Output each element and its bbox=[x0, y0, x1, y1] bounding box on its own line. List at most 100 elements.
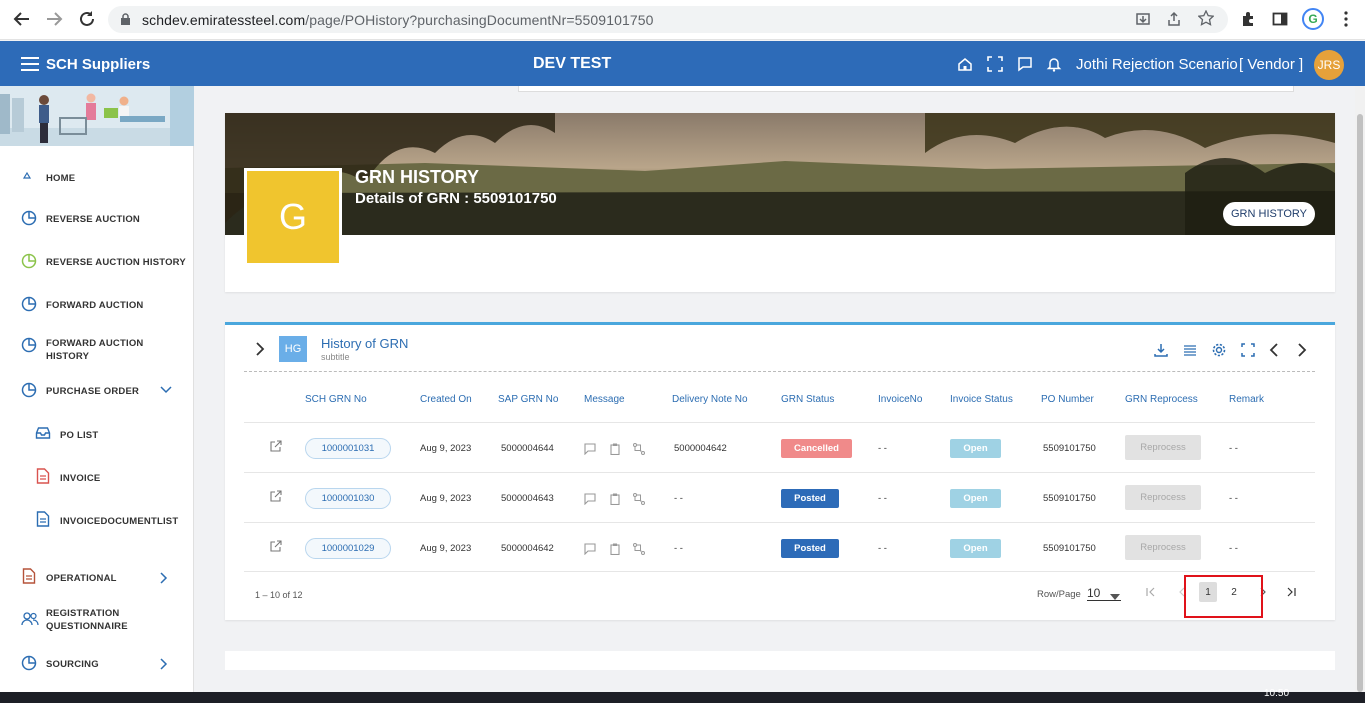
url-text: schdev.emiratessteel.com/page/POHistory?… bbox=[142, 12, 654, 28]
workflow-icon[interactable] bbox=[633, 492, 645, 505]
sidebar-item-forward-auction-history[interactable]: FORWARD AUCTION HISTORY bbox=[0, 337, 194, 363]
invoice-status-badge: Open bbox=[950, 439, 1001, 458]
chevron-right-icon[interactable] bbox=[160, 572, 170, 584]
reprocess-button[interactable]: Reprocess bbox=[1125, 435, 1201, 460]
invoice-no: - - bbox=[878, 493, 887, 504]
pie-chart-icon bbox=[21, 253, 37, 269]
created-on: Aug 9, 2023 bbox=[420, 543, 472, 554]
column-header[interactable]: GRN Reprocess bbox=[1125, 394, 1198, 405]
first-page-icon[interactable] bbox=[1142, 582, 1160, 602]
brand-title[interactable]: SCH Suppliers bbox=[46, 56, 150, 73]
clipboard-icon[interactable] bbox=[609, 442, 621, 456]
sidebar-item-reverse-auction-history[interactable]: REVERSE AUCTION HISTORY bbox=[0, 253, 194, 270]
chevron-down-icon[interactable] bbox=[160, 386, 172, 396]
open-external-icon[interactable] bbox=[270, 539, 282, 552]
sap-grn-no: 5000004643 bbox=[501, 493, 554, 504]
side-panel-icon[interactable] bbox=[1270, 9, 1290, 29]
sch-grn-link[interactable]: 1000001031 bbox=[305, 438, 391, 459]
user-name[interactable]: Jothi Rejection Scenario bbox=[1076, 56, 1238, 73]
sidebar-item-label: REVERSE AUCTION HISTORY bbox=[46, 256, 186, 268]
created-on: Aug 9, 2023 bbox=[420, 443, 472, 454]
home-icon[interactable] bbox=[957, 56, 975, 74]
forward-arrow-icon[interactable] bbox=[43, 8, 65, 30]
sch-grn-link[interactable]: 1000001029 bbox=[305, 538, 391, 559]
remark: - - bbox=[1229, 543, 1238, 554]
page-scrollbar[interactable] bbox=[1355, 86, 1365, 692]
extensions-icon[interactable] bbox=[1238, 9, 1258, 29]
column-header[interactable]: PO Number bbox=[1041, 394, 1094, 405]
back-arrow-icon[interactable] bbox=[11, 8, 33, 30]
profile-icon[interactable]: G bbox=[1302, 8, 1324, 30]
workflow-icon[interactable] bbox=[633, 442, 645, 455]
po-number: 5509101750 bbox=[1043, 543, 1096, 554]
download-icon[interactable] bbox=[1153, 342, 1169, 358]
address-bar[interactable]: schdev.emiratessteel.com/page/POHistory?… bbox=[108, 6, 1228, 33]
fullscreen-icon[interactable] bbox=[1240, 342, 1256, 358]
column-header[interactable]: Created On bbox=[420, 394, 472, 405]
sidebar-item-operational[interactable]: OPERATIONAL bbox=[0, 568, 194, 586]
fullscreen-icon[interactable] bbox=[987, 56, 1005, 74]
sidebar-item-invoicedocumentlist[interactable]: INVOICEDOCUMENTLIST bbox=[0, 511, 194, 529]
column-header[interactable]: SAP GRN No bbox=[498, 394, 558, 405]
sidebar-item-forward-auction[interactable]: FORWARD AUCTION bbox=[0, 296, 194, 313]
list-view-icon[interactable] bbox=[1182, 342, 1198, 358]
comment-icon[interactable] bbox=[584, 542, 596, 556]
card-badge: HG bbox=[279, 336, 307, 362]
column-header[interactable]: Invoice Status bbox=[950, 394, 1013, 405]
document-icon bbox=[36, 511, 52, 527]
clipboard-icon[interactable] bbox=[609, 492, 621, 506]
rows-per-page-select[interactable]: 10 bbox=[1087, 586, 1121, 601]
scrollbar-thumb[interactable] bbox=[1357, 114, 1363, 692]
column-header[interactable]: Delivery Note No bbox=[672, 394, 748, 405]
sidebar-item-po-list[interactable]: PO LIST bbox=[0, 427, 194, 443]
sidebar-item-label: SOURCING bbox=[46, 658, 99, 670]
document-icon bbox=[36, 468, 52, 484]
delivery-note-no: - - bbox=[674, 493, 683, 504]
taskbar-clock: 10:50 bbox=[1264, 688, 1290, 699]
browser-toolbar: schdev.emiratessteel.com/page/POHistory?… bbox=[0, 0, 1365, 40]
sidebar-item-label: PO LIST bbox=[60, 429, 99, 441]
sidebar-item-label: PURCHASE ORDER bbox=[46, 385, 140, 397]
kebab-menu-icon[interactable] bbox=[1336, 9, 1356, 29]
chevron-left-icon[interactable] bbox=[1267, 342, 1283, 358]
reprocess-button[interactable]: Reprocess bbox=[1125, 485, 1201, 510]
open-external-icon[interactable] bbox=[270, 439, 282, 452]
chevron-right-icon[interactable] bbox=[1293, 342, 1309, 358]
hamburger-menu-icon[interactable] bbox=[21, 57, 39, 76]
column-header[interactable]: Message bbox=[584, 394, 625, 405]
install-icon[interactable] bbox=[1135, 11, 1151, 32]
open-external-icon[interactable] bbox=[270, 489, 282, 502]
page-subtitle: Details of GRN : 5509101750 bbox=[355, 190, 557, 207]
sidebar-item-purchase-order[interactable]: PURCHASE ORDER bbox=[0, 382, 194, 399]
settings-gear-icon[interactable] bbox=[1211, 342, 1227, 358]
bookmark-star-icon[interactable] bbox=[1197, 9, 1215, 31]
share-icon[interactable] bbox=[1166, 11, 1182, 32]
column-header[interactable]: InvoiceNo bbox=[878, 394, 922, 405]
reprocess-button[interactable]: Reprocess bbox=[1125, 535, 1201, 560]
sidebar-item-reverse-auction[interactable]: REVERSE AUCTION bbox=[0, 210, 194, 227]
expand-chevron-icon[interactable] bbox=[255, 342, 267, 356]
chat-icon[interactable] bbox=[1017, 56, 1035, 74]
reload-icon[interactable] bbox=[76, 8, 98, 30]
delivery-note-no: - - bbox=[674, 543, 683, 554]
column-header[interactable]: Remark bbox=[1229, 394, 1264, 405]
comment-icon[interactable] bbox=[584, 442, 596, 456]
workflow-icon[interactable] bbox=[633, 542, 645, 555]
sidebar-item-home[interactable]: HOME bbox=[0, 170, 194, 186]
grn-avatar-letter: G bbox=[247, 171, 339, 263]
sch-grn-link[interactable]: 1000001030 bbox=[305, 488, 391, 509]
sidebar-item-invoice[interactable]: INVOICE bbox=[0, 468, 194, 486]
sidebar-item-sourcing[interactable]: SOURCING bbox=[0, 655, 194, 672]
clipboard-icon[interactable] bbox=[609, 542, 621, 556]
comment-icon[interactable] bbox=[584, 492, 596, 506]
avatar[interactable]: JRS bbox=[1314, 50, 1344, 80]
users-icon bbox=[21, 611, 39, 627]
sidebar-item-registration-questionnaire[interactable]: REGISTRATION QUESTIONNAIRE bbox=[0, 607, 194, 633]
grn-history-pill[interactable]: GRN HISTORY bbox=[1223, 202, 1315, 226]
last-page-icon[interactable] bbox=[1282, 582, 1300, 602]
column-header[interactable]: SCH GRN No bbox=[305, 394, 367, 405]
column-header[interactable]: GRN Status bbox=[781, 394, 834, 405]
sidebar-item-label: REGISTRATION QUESTIONNAIRE bbox=[46, 608, 128, 632]
notification-bell-icon[interactable] bbox=[1046, 56, 1064, 74]
chevron-right-icon[interactable] bbox=[160, 658, 170, 670]
